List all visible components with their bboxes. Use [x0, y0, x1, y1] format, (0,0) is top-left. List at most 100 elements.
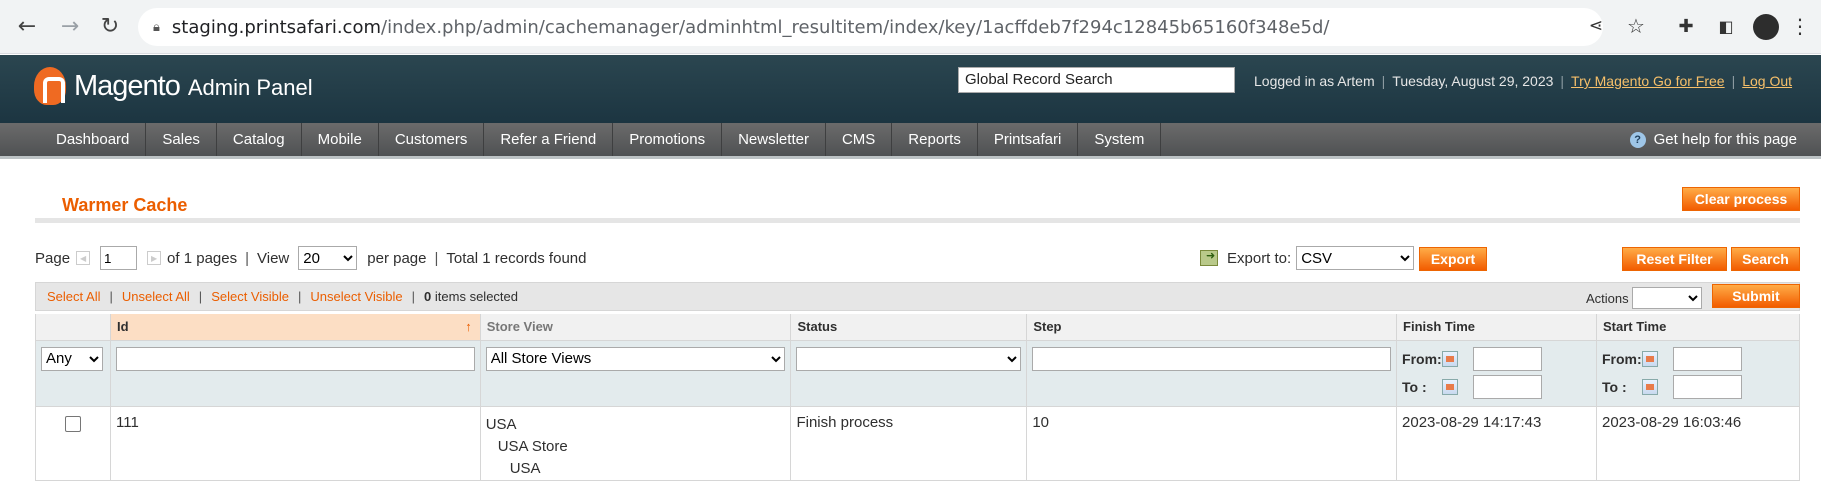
- cell-status: Finish process: [790, 406, 1028, 481]
- table-row[interactable]: 111 USA USA Store USA Finish process 10 …: [35, 406, 1801, 481]
- magento-logo[interactable]: Magento Admin Panel: [34, 67, 313, 105]
- status-filter-select[interactable]: [796, 346, 1022, 371]
- clear-process-button[interactable]: Clear process: [1682, 187, 1800, 211]
- row-checkbox[interactable]: [64, 415, 81, 432]
- nav-reports[interactable]: Reports: [892, 123, 978, 156]
- cell-id: 111: [109, 406, 481, 481]
- finish-from-label: From:: [1402, 350, 1442, 367]
- export-block: Export to: CSV: [1200, 246, 1415, 270]
- actions-select[interactable]: [1631, 287, 1702, 309]
- logout-link[interactable]: Log Out: [1742, 73, 1792, 89]
- logo-name: Magento: [74, 69, 181, 102]
- col-status[interactable]: Status: [790, 314, 1028, 341]
- profile-avatar[interactable]: [1753, 14, 1779, 40]
- unselect-all-link[interactable]: Unselect All: [122, 289, 190, 304]
- nav-dashboard[interactable]: Dashboard: [40, 123, 147, 156]
- browser-toolbar: ← → ↻ 🔒︎ staging.printsafari.com/index.p…: [0, 0, 1821, 54]
- submit-button[interactable]: Submit: [1712, 284, 1800, 308]
- nav-cms[interactable]: CMS: [826, 123, 893, 156]
- help-label: Get help for this page: [1653, 131, 1797, 148]
- nav-sales[interactable]: Sales: [146, 123, 217, 156]
- nav-promotions[interactable]: Promotions: [613, 123, 723, 156]
- calendar-icon[interactable]: [1442, 350, 1459, 367]
- store-view-website: USA: [485, 415, 517, 433]
- total-records-text: Total 1 records found: [446, 249, 587, 267]
- col-store-view[interactable]: Store View: [479, 314, 792, 341]
- view-label: View: [257, 249, 290, 267]
- reset-filter-button[interactable]: Reset Filter: [1622, 247, 1727, 271]
- per-page-text: per page: [367, 249, 427, 267]
- massaction-filter-select[interactable]: Any: [41, 346, 103, 371]
- per-page-select[interactable]: 20: [298, 246, 358, 270]
- col-id[interactable]: Id ↑: [109, 314, 481, 341]
- unselect-visible-link[interactable]: Unselect Visible: [310, 289, 402, 304]
- store-view-filter-select[interactable]: All Store Views: [485, 346, 786, 371]
- calendar-icon[interactable]: [1641, 378, 1658, 395]
- select-visible-link[interactable]: Select Visible: [211, 289, 289, 304]
- start-from-input[interactable]: [1672, 346, 1742, 371]
- finish-to-label: To :: [1402, 378, 1427, 395]
- col-id-label: Id: [116, 319, 129, 335]
- logged-in-text: Logged in as Artem: [1254, 73, 1375, 89]
- share-icon[interactable]: ⋖: [1584, 14, 1608, 38]
- help-icon: ?: [1629, 131, 1646, 148]
- url-path: /index.php/admin/cachemanager/adminhtml_…: [381, 16, 1330, 38]
- cell-step: 10: [1026, 406, 1398, 481]
- col-start-time[interactable]: Start Time: [1595, 314, 1801, 341]
- magento-logo-icon: [34, 67, 66, 105]
- back-arrow-icon[interactable]: ←: [12, 11, 42, 41]
- cell-store-view: USA USA Store USA: [479, 406, 792, 481]
- prev-page-icon[interactable]: ◀: [76, 251, 91, 265]
- start-from-label: From:: [1601, 350, 1642, 367]
- global-search-input[interactable]: Global Record Search: [958, 67, 1235, 93]
- star-icon[interactable]: ☆: [1624, 14, 1648, 38]
- extensions-icon[interactable]: ✚: [1674, 14, 1698, 38]
- cell-finish-time: 2023-08-29 14:17:43: [1396, 406, 1597, 481]
- lock-icon: 🔒︎: [153, 19, 160, 35]
- col-step[interactable]: Step: [1026, 314, 1398, 341]
- calendar-icon[interactable]: [1442, 378, 1459, 395]
- admin-header: Magento Admin Panel Global Record Search…: [0, 55, 1821, 123]
- pager: Page ◀ ▶ of 1 pages | View 20 per page |…: [35, 246, 586, 270]
- export-icon: [1200, 249, 1218, 266]
- calendar-icon[interactable]: [1641, 350, 1658, 367]
- nav-customers[interactable]: Customers: [379, 123, 485, 156]
- items-selected-text: items selected: [434, 289, 518, 304]
- nav-refer-a-friend[interactable]: Refer a Friend: [484, 123, 614, 156]
- help-link[interactable]: ? Get help for this page: [1629, 123, 1797, 156]
- results-grid: Id ↑ Store View Status Step Finish Time S…: [35, 314, 1801, 481]
- start-to-input[interactable]: [1672, 374, 1742, 399]
- massaction-bar: Select All | Unselect All | Select Visible…: [35, 282, 1800, 311]
- menu-kebab-icon[interactable]: ⋮: [1788, 14, 1812, 38]
- sort-asc-icon: ↑: [465, 319, 472, 335]
- side-panel-icon[interactable]: ◧: [1714, 14, 1738, 38]
- export-format-select[interactable]: CSV: [1296, 246, 1415, 270]
- finish-to-input[interactable]: [1473, 374, 1543, 399]
- search-button[interactable]: Search: [1731, 247, 1800, 271]
- filter-row: Any All Store Views From: To : From: To …: [35, 340, 1801, 407]
- start-from-row: From:: [1601, 346, 1794, 371]
- date-text: Tuesday, August 29, 2023: [1392, 73, 1554, 89]
- id-filter-input[interactable]: [115, 346, 475, 371]
- cell-start-time: 2023-08-29 16:03:46: [1595, 406, 1801, 481]
- nav-system[interactable]: System: [1078, 123, 1162, 156]
- next-page-icon[interactable]: ▶: [147, 251, 162, 265]
- select-all-link[interactable]: Select All: [47, 289, 100, 304]
- nav-mobile[interactable]: Mobile: [302, 123, 379, 156]
- try-magento-link[interactable]: Try Magento Go for Free: [1571, 73, 1725, 89]
- nav-catalog[interactable]: Catalog: [217, 123, 302, 156]
- col-finish-time[interactable]: Finish Time: [1396, 314, 1597, 341]
- page-number-input[interactable]: [100, 246, 138, 270]
- finish-from-input[interactable]: [1473, 346, 1543, 371]
- forward-arrow-icon[interactable]: →: [55, 11, 85, 41]
- export-button[interactable]: Export: [1419, 247, 1487, 271]
- reload-icon[interactable]: ↻: [95, 11, 125, 41]
- selected-count: 0: [424, 289, 432, 304]
- title-divider: [35, 218, 1800, 223]
- step-filter-input[interactable]: [1032, 346, 1392, 371]
- nav-printsafari[interactable]: Printsafari: [978, 123, 1079, 156]
- store-view-store: USA Store: [497, 437, 568, 455]
- nav-newsletter[interactable]: Newsletter: [722, 123, 826, 156]
- address-bar[interactable]: 🔒︎ staging.printsafari.com/index.php/adm…: [138, 8, 1603, 46]
- main-nav: Dashboard Sales Catalog Mobile Customers…: [0, 123, 1821, 159]
